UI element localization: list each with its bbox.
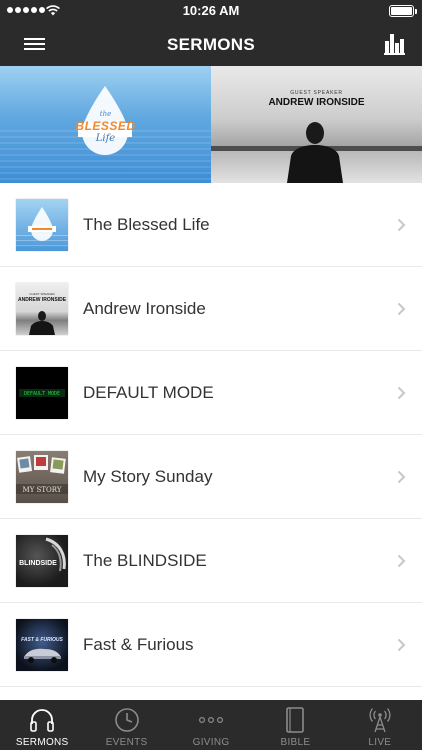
dots-icon bbox=[199, 717, 224, 724]
page-title: SERMONS bbox=[166, 35, 256, 54]
sermon-list: The Blessed Life GUEST SPEAKER ANDREW IR… bbox=[0, 183, 422, 687]
svg-text:DEFAULT MODE: DEFAULT MODE bbox=[24, 391, 60, 397]
sermon-title: Andrew Ironside bbox=[83, 299, 206, 318]
tab-events[interactable]: EVENTS bbox=[84, 700, 168, 750]
tab-bar: SERMONS EVENTS GIVING BIBLE LIVE bbox=[0, 700, 422, 750]
sermon-thumbnail: MY STORY bbox=[16, 451, 68, 503]
svg-text:BLINDSIDE: BLINDSIDE bbox=[19, 560, 57, 567]
sermon-thumbnail: BLINDSIDE bbox=[16, 535, 68, 587]
tab-label: SERMONS bbox=[15, 737, 69, 748]
banner-blessed-subtitle: Life bbox=[95, 133, 116, 144]
sermon-thumbnail: GUEST SPEAKER ANDREW IRONSIDE bbox=[16, 283, 68, 335]
svg-text:FAST & FURIOUS: FAST & FURIOUS bbox=[21, 637, 63, 643]
status-bar: 10:26 AM bbox=[0, 0, 422, 22]
headphones-icon bbox=[30, 709, 55, 732]
sermon-thumbnail bbox=[16, 199, 68, 251]
sermon-thumbnail: FAST & FURIOUS bbox=[16, 619, 68, 671]
banner-guest-caption: GUEST SPEAKER bbox=[290, 90, 343, 96]
status-time: 10:26 AM bbox=[182, 3, 240, 18]
svg-text:ANDREW IRONSIDE: ANDREW IRONSIDE bbox=[18, 297, 67, 303]
banner-blessed-title: BLESSED bbox=[75, 119, 136, 133]
banner-guest-speaker[interactable]: GUEST SPEAKER ANDREW IRONSIDE bbox=[211, 66, 422, 183]
sermon-title: DEFAULT MODE bbox=[83, 383, 214, 402]
chevron-right-icon bbox=[397, 386, 406, 400]
chevron-right-icon bbox=[397, 470, 406, 484]
tab-label: EVENTS bbox=[105, 737, 148, 748]
battery-icon bbox=[389, 5, 417, 17]
tab-live[interactable]: LIVE bbox=[338, 700, 422, 750]
banner-guest-name: ANDREW IRONSIDE bbox=[268, 97, 365, 108]
list-item[interactable]: GUEST SPEAKER ANDREW IRONSIDE Andrew Iro… bbox=[0, 267, 422, 351]
list-item[interactable]: FAST & FURIOUS Fast & Furious bbox=[0, 603, 422, 687]
svg-text:MY STORY: MY STORY bbox=[23, 486, 62, 494]
list-item[interactable]: DEFAULT MODE DEFAULT MODE bbox=[0, 351, 422, 435]
banner-the-blessed-life[interactable]: the BLESSED Life bbox=[0, 66, 211, 183]
chevron-right-icon bbox=[397, 302, 406, 316]
featured-banners: the BLESSED Life GUEST SPEAKER ANDREW IR… bbox=[0, 66, 422, 183]
sermon-title: The Blessed Life bbox=[83, 215, 210, 234]
tab-bible[interactable]: BIBLE bbox=[253, 700, 337, 750]
sermon-thumbnail: DEFAULT MODE bbox=[16, 367, 68, 419]
tab-sermons[interactable]: SERMONS bbox=[0, 700, 84, 750]
navigation-bar: SERMONS bbox=[0, 22, 422, 66]
sermon-title: The BLINDSIDE bbox=[83, 551, 207, 570]
clock-icon bbox=[114, 708, 139, 732]
tab-label: BIBLE bbox=[280, 737, 311, 748]
chevron-right-icon bbox=[397, 554, 406, 568]
tab-giving[interactable]: GIVING bbox=[169, 700, 253, 750]
tab-label: LIVE bbox=[368, 737, 392, 748]
sermon-title: Fast & Furious bbox=[83, 635, 194, 654]
svg-text:GUEST SPEAKER: GUEST SPEAKER bbox=[29, 292, 55, 296]
list-item[interactable]: MY STORY My Story Sunday bbox=[0, 435, 422, 519]
list-item[interactable]: The Blessed Life bbox=[0, 183, 422, 267]
sermon-title: My Story Sunday bbox=[83, 467, 213, 486]
speaker-silhouette bbox=[287, 122, 343, 183]
bar-chart-icon[interactable] bbox=[382, 30, 410, 58]
banner-blessed-the: the bbox=[99, 110, 112, 118]
chevron-right-icon bbox=[397, 638, 406, 652]
chevron-right-icon bbox=[397, 218, 406, 232]
list-item[interactable]: BLINDSIDE The BLINDSIDE bbox=[0, 519, 422, 603]
tab-label: GIVING bbox=[192, 737, 230, 748]
book-icon bbox=[286, 707, 305, 733]
broadcast-tower-icon bbox=[369, 708, 391, 733]
